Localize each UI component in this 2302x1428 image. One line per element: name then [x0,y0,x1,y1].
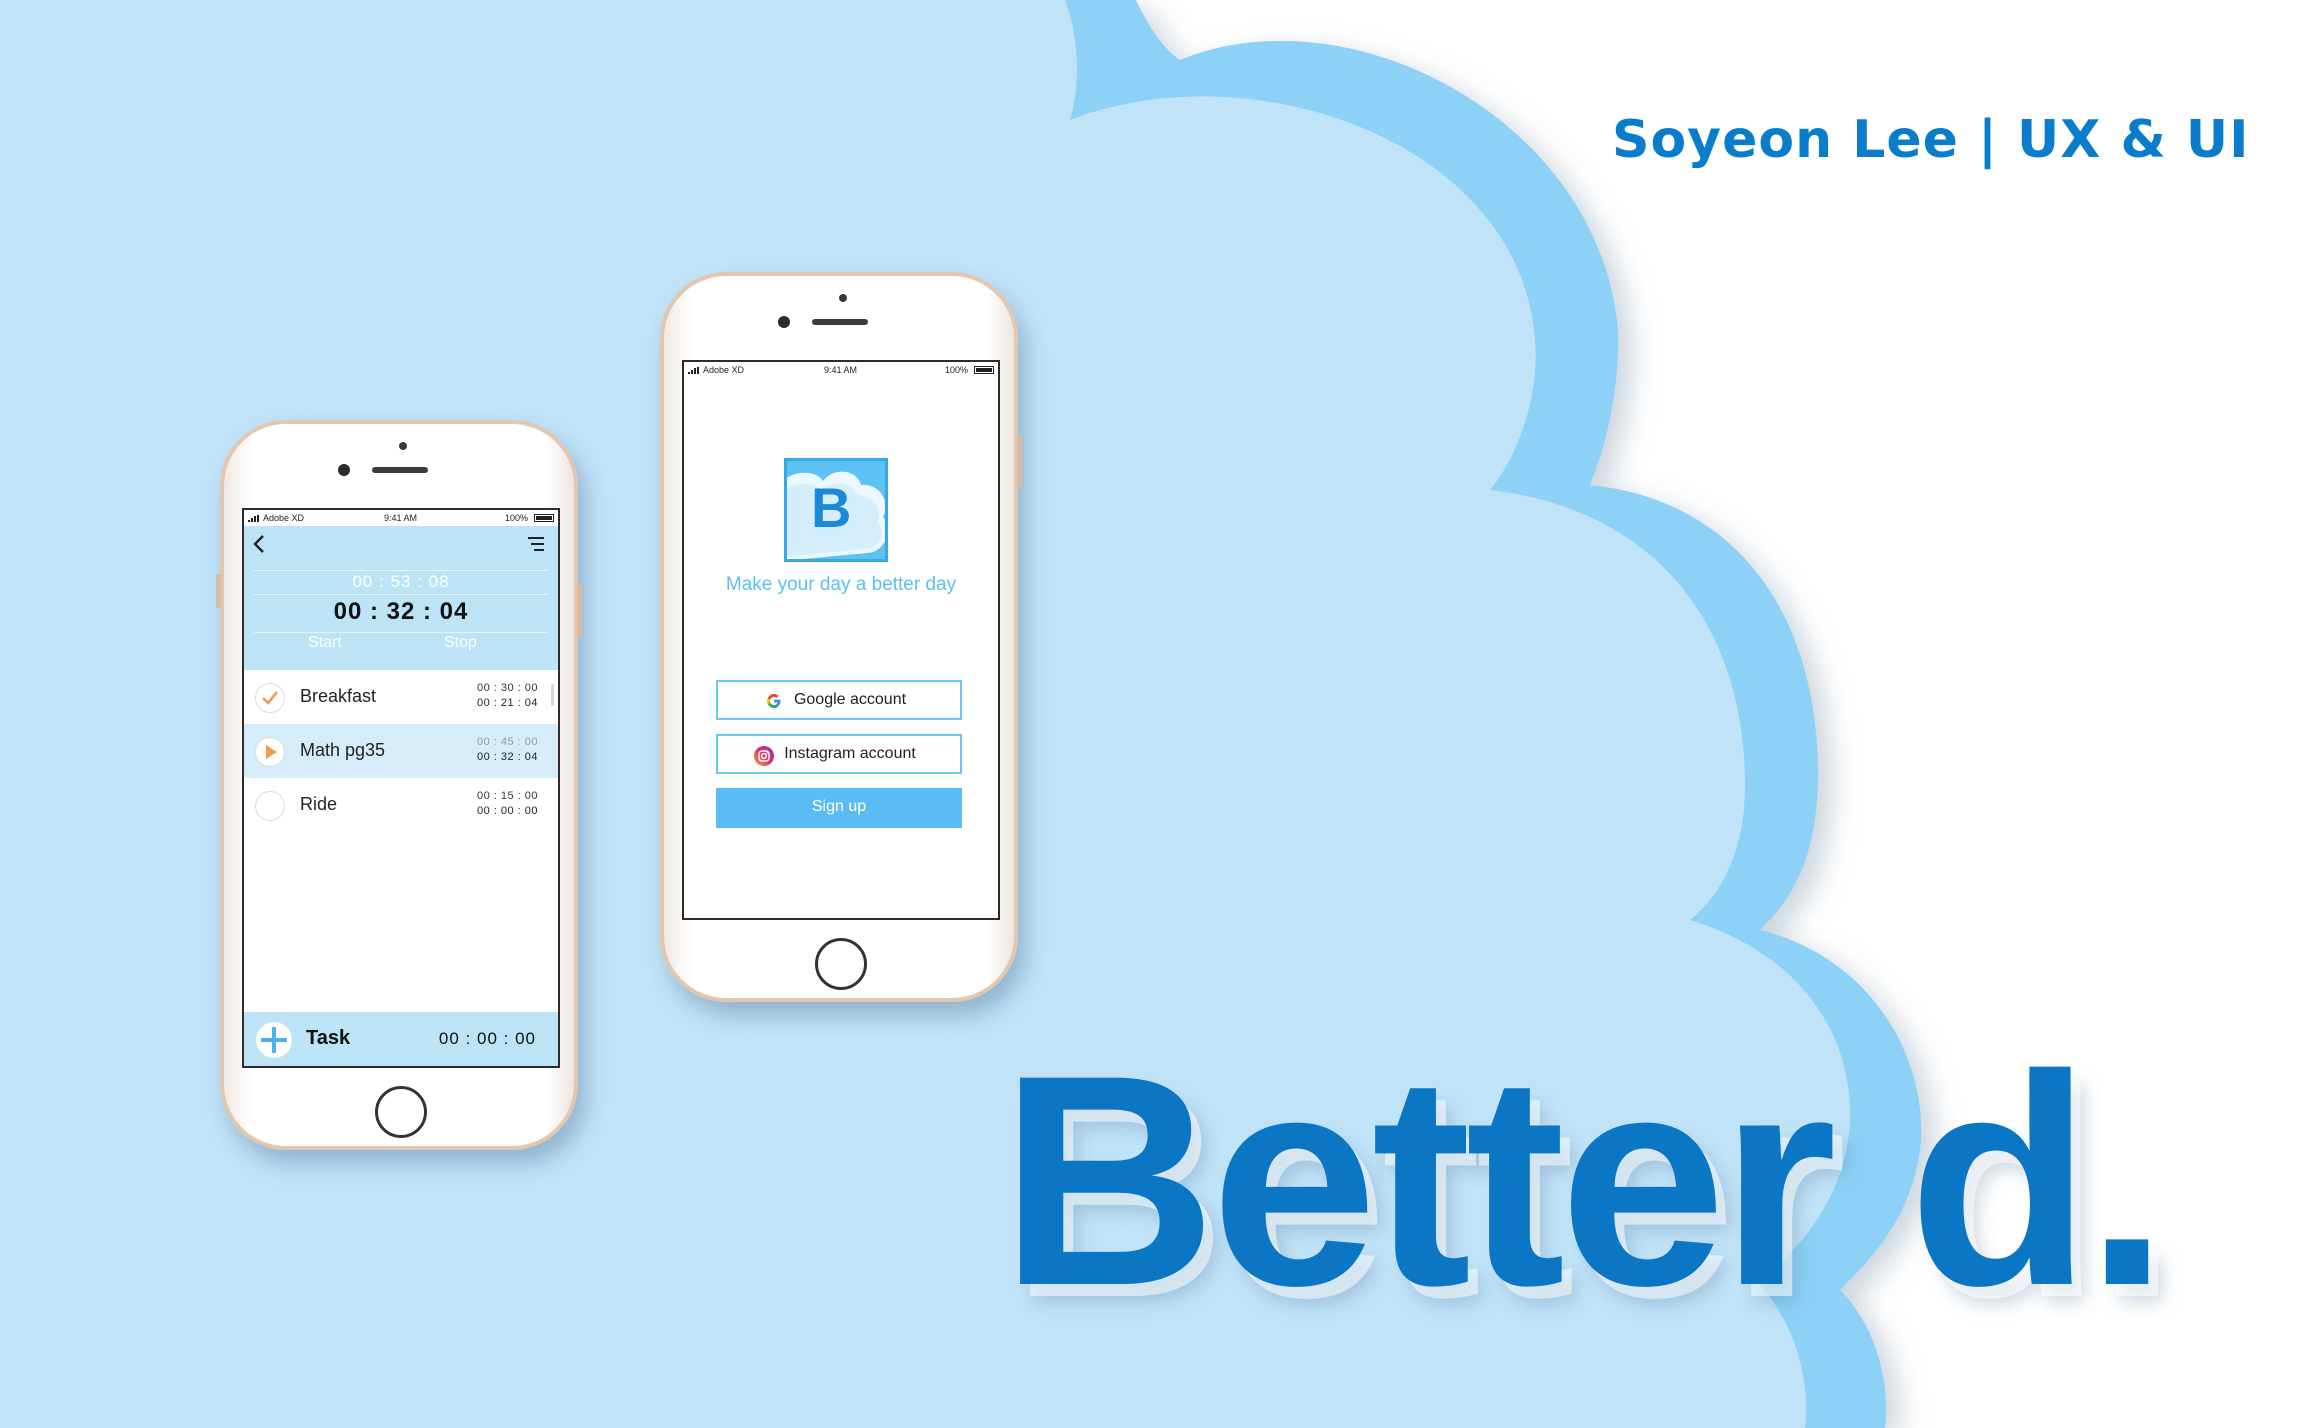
task-time-used: 00 : 32 : 04 [476,751,538,763]
carrier-label: Adobe XD [703,365,745,375]
front-sensor [399,442,407,450]
check-icon [262,691,279,705]
task-name: Math pg35 [300,740,386,760]
task-status-circle[interactable] [255,791,285,821]
divider [254,570,548,571]
app-logo: B [784,458,888,562]
task-time-used: 00 : 21 : 04 [476,697,538,709]
clock-label: 9:41 AM [384,513,418,523]
task-status-circle[interactable] [255,683,285,713]
sign-up-label: Sign up [811,798,867,815]
instagram-account-button[interactable]: Instagram account [716,734,962,774]
phone-login: Adobe XD 9:41 AM 100% B Make your day a … [660,272,1022,1002]
task-total-time: 00 : 00 : 00 [438,1029,536,1048]
plus-icon[interactable] [256,1022,292,1058]
clock-label: 9:41 AM [824,365,858,375]
task-time-set: 00 : 15 : 00 [476,790,538,802]
task-name: Breakfast [300,686,377,706]
logo-letter: B [811,476,852,539]
task-row-ride[interactable]: Ride 00 : 15 : 00 00 : 00 : 00 [244,778,558,832]
task-label[interactable]: Task [306,1027,350,1050]
instagram-account-label: Instagram account [784,745,916,762]
front-sensor [839,294,847,302]
task-time-set: 00 : 30 : 00 [476,682,538,694]
timer-header: 00 : 53 : 08 00 : 32 : 04 Start Stop [244,526,558,670]
battery-icon [534,514,554,522]
battery-icon [974,366,994,374]
google-account-button[interactable]: Google account [716,680,962,720]
home-button[interactable] [815,938,867,990]
phone-side-button [577,584,582,636]
login-screen: Adobe XD 9:41 AM 100% B Make your day a … [682,360,1000,920]
status-bar: Adobe XD 9:41 AM 100% [684,362,998,378]
google-account-label: Google account [793,691,907,708]
signal-icon [688,367,699,374]
earpiece-speaker [812,319,868,325]
task-name: Ride [300,794,338,814]
scroll-indicator [551,684,554,706]
divider [254,594,548,595]
total-time: 00 : 53 : 08 [352,572,450,591]
tagline: Make your day a better day [725,574,957,595]
phone-side-button [1017,436,1022,488]
brand-title: Better d. [1000,1012,2169,1348]
home-button[interactable] [375,1086,427,1138]
play-icon [266,745,277,759]
earpiece-speaker [372,467,428,473]
front-camera [338,464,350,476]
sign-up-button[interactable]: Sign up [716,788,962,828]
task-time-set: 00 : 45 : 00 [476,736,538,748]
chevron-left-icon[interactable] [252,534,266,554]
status-bar: Adobe XD 9:41 AM 100% [244,510,558,526]
divider [254,632,548,633]
task-status-circle[interactable] [255,737,285,767]
battery-label: 100% [944,365,968,375]
phone-timer: Adobe XD 9:41 AM 100% 00 : 53 : 08 00 : … [216,420,582,1150]
menu-lines-icon[interactable] [526,536,546,552]
author-title: Soyeon Lee | UX & UI [1612,110,2250,170]
current-time: 00 : 32 : 04 [333,598,469,625]
presentation-canvas: Soyeon Lee | UX & UI Adobe XD 9:41 AM 10… [0,0,2302,1428]
phone-side-button [216,574,221,608]
task-row-math[interactable]: Math pg35 00 : 45 : 00 00 : 32 : 04 [244,724,558,778]
task-row-breakfast[interactable]: Breakfast 00 : 30 : 00 00 : 21 : 04 [244,670,558,724]
battery-label: 100% [504,513,528,523]
add-task-bar: Task 00 : 00 : 00 [244,1012,558,1066]
signal-icon [248,515,259,522]
start-label[interactable]: Start [308,634,342,652]
task-time-used: 00 : 00 : 00 [476,805,538,817]
carrier-label: Adobe XD [263,513,305,523]
timer-screen: Adobe XD 9:41 AM 100% 00 : 53 : 08 00 : … [242,508,560,1068]
front-camera [778,316,790,328]
stop-label[interactable]: Stop [444,634,477,652]
